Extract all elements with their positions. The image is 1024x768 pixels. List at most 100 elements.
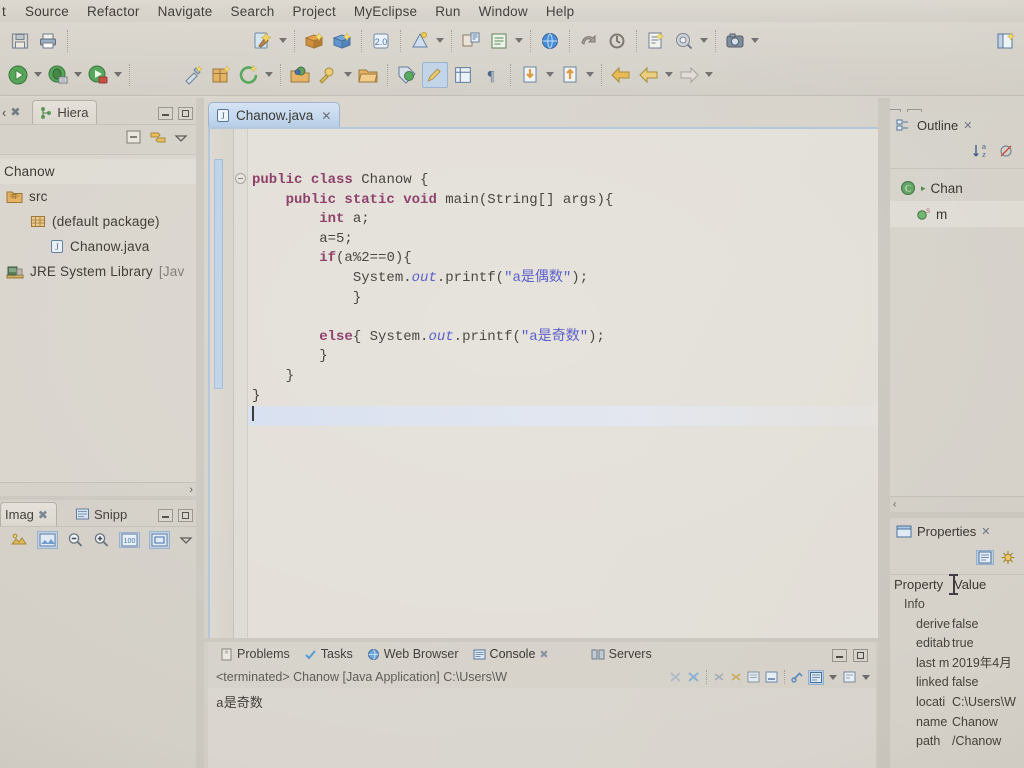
debug-dropdown[interactable] — [72, 63, 84, 87]
tab-web-browser[interactable]: Web Browser — [361, 647, 465, 661]
code-line[interactable]: System.out.printf("a是偶数"); — [248, 269, 910, 289]
code-line[interactable] — [248, 308, 910, 328]
database-explorer-icon[interactable] — [329, 28, 355, 54]
properties-row[interactable]: path/Chanow — [890, 732, 1024, 752]
zoom-in-icon[interactable] — [93, 532, 110, 548]
maximize-button[interactable] — [178, 509, 193, 522]
tab-servers[interactable]: Servers — [585, 647, 658, 661]
folder-open-icon[interactable] — [355, 62, 381, 88]
close-icon[interactable]: ✖ — [539, 648, 548, 661]
left-panel-hscrollbar[interactable]: › — [0, 482, 196, 496]
properties-row[interactable]: last m 2019年4月 — [890, 654, 1024, 674]
tree-item-java-file[interactable]: J Chanow.java — [0, 234, 196, 259]
build-icon[interactable] — [180, 62, 206, 88]
run-icon[interactable] — [5, 62, 31, 88]
upload-dropdown[interactable] — [584, 63, 596, 87]
menu-item-project[interactable]: Project — [283, 4, 344, 19]
table-icon[interactable] — [450, 62, 476, 88]
remove-all-icon[interactable] — [729, 670, 743, 684]
view-menu-icon[interactable] — [179, 534, 193, 546]
zoom-out-icon[interactable] — [67, 532, 84, 548]
terminate-icon[interactable] — [668, 670, 683, 684]
remove-launch-icon[interactable] — [712, 670, 726, 684]
menu-item-run[interactable]: Run — [426, 4, 469, 19]
left-splitter[interactable] — [196, 98, 204, 768]
refresh-dropdown[interactable] — [263, 63, 275, 87]
fold-collapse-icon[interactable] — [235, 173, 246, 184]
code-line[interactable]: } — [248, 387, 910, 407]
tab-snippets[interactable]: Snipp — [69, 502, 135, 526]
editor-annotation-ruler[interactable] — [210, 129, 234, 638]
tree-item-project[interactable]: Chanow — [0, 159, 196, 184]
terminate-all-icon[interactable] — [686, 670, 701, 684]
close-icon[interactable]: ✖ — [38, 508, 48, 522]
editor-folding-bar[interactable] — [234, 129, 248, 638]
open-console-icon[interactable] — [842, 670, 857, 684]
close-icon[interactable]: ✖ — [10, 105, 20, 119]
list-dropdown[interactable] — [513, 29, 525, 53]
profile-icon[interactable] — [407, 28, 433, 54]
code-line[interactable] — [248, 406, 910, 426]
next-arrow-icon[interactable] — [676, 62, 702, 88]
run-external-icon[interactable] — [85, 62, 111, 88]
right-splitter[interactable] — [878, 98, 890, 768]
properties-row[interactable]: name Chanow — [890, 713, 1024, 733]
code-line[interactable]: public static void main(String[] args){ — [248, 191, 910, 211]
minimize-button[interactable] — [158, 107, 173, 120]
list-icon[interactable] — [486, 28, 512, 54]
open-resource-dropdown[interactable] — [342, 63, 354, 87]
tree-item-jre-library[interactable]: JRE System Library [Jav — [0, 259, 196, 284]
save-icon[interactable] — [7, 28, 33, 54]
display-selected-console-icon[interactable] — [808, 669, 824, 685]
editor-console-splitter[interactable] — [204, 638, 878, 642]
console-output[interactable]: a是奇数 — [208, 688, 876, 768]
code-line[interactable]: } — [248, 367, 910, 387]
outline-tab-label[interactable]: Outline — [917, 118, 958, 133]
scroll-left-icon[interactable]: ‹ — [893, 499, 896, 510]
scroll-right-icon[interactable]: › — [189, 484, 193, 496]
forward-arrow-icon[interactable] — [636, 62, 662, 88]
properties-row[interactable]: editab true — [890, 634, 1024, 654]
project-tree[interactable]: Chanow src (default package) J Chanow.ja… — [0, 154, 196, 482]
properties-row[interactable]: derive false — [890, 615, 1024, 635]
menu-item-myeclipse[interactable]: MyEclipse — [345, 4, 426, 19]
tab-package-explorer[interactable]: ‹ ✖ — [0, 100, 32, 124]
close-icon[interactable]: ✕ — [321, 109, 331, 123]
edit-pencil-icon[interactable] — [422, 61, 448, 88]
tree-item-default-package[interactable]: (default package) — [0, 209, 196, 234]
advanced-icon[interactable] — [1000, 550, 1016, 565]
code-line[interactable]: public class Chanow { — [248, 171, 910, 191]
display-dropdown[interactable] — [827, 665, 839, 689]
code-line[interactable]: a=5; — [248, 230, 910, 250]
menu-item-window[interactable]: Window — [470, 4, 537, 19]
outline-hscrollbar[interactable]: ‹ — [890, 496, 1024, 512]
menu-item-source[interactable]: Source — [16, 4, 78, 19]
view-menu-icon[interactable] — [174, 132, 188, 144]
new-file-icon[interactable] — [643, 28, 669, 54]
debug-icon[interactable] — [45, 62, 71, 88]
upload-icon[interactable] — [557, 62, 583, 88]
hide-fields-icon[interactable] — [998, 143, 1014, 159]
properties-row[interactable]: locati C:\Users\W — [890, 693, 1024, 713]
tab-console[interactable]: Console ✖ — [467, 647, 555, 661]
report-icon[interactable] — [458, 28, 484, 54]
undo-history-icon[interactable] — [576, 28, 602, 54]
deploy-icon[interactable] — [301, 28, 327, 54]
pin-console-icon[interactable] — [790, 670, 805, 684]
back-arrow-icon[interactable] — [608, 62, 634, 88]
open-console-dropdown[interactable] — [860, 665, 872, 689]
menu-item-search[interactable]: Search — [222, 4, 284, 19]
code-line[interactable]: int a; — [248, 210, 910, 230]
properties-row[interactable]: linked false — [890, 673, 1024, 693]
code-line[interactable]: if(a%2==0){ — [248, 249, 910, 269]
outline-item-class[interactable]: C ▸ Chan — [890, 175, 1024, 201]
search-dropdown[interactable] — [698, 29, 710, 53]
fit-window-icon[interactable] — [149, 530, 170, 549]
close-icon[interactable]: ✕ — [981, 525, 990, 538]
camera-icon[interactable] — [722, 28, 748, 54]
scroll-lock-icon[interactable] — [764, 670, 779, 684]
forward-dropdown[interactable] — [663, 63, 675, 87]
actual-size-icon[interactable]: 100 — [119, 531, 140, 548]
menu-item-navigate[interactable]: Navigate — [149, 4, 222, 19]
open-resource-icon[interactable] — [315, 62, 341, 88]
